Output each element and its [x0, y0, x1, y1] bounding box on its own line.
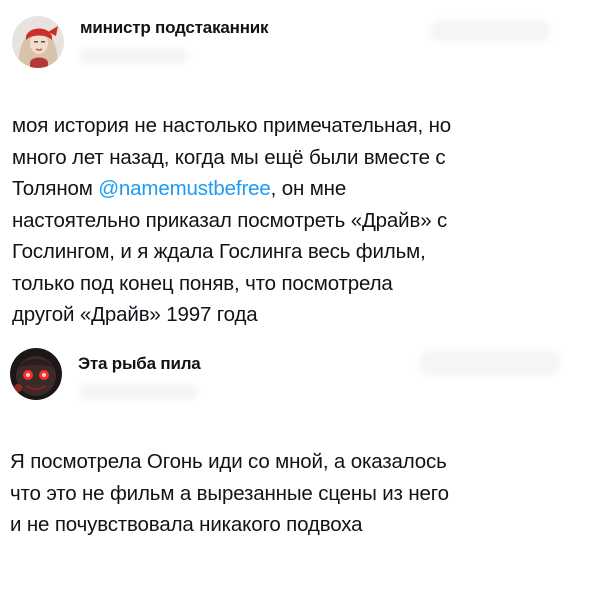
blurred-handle: [80, 48, 188, 64]
post-text-line: только под конец поняв, что посмотрела: [12, 271, 393, 295]
post-text-line: Гослингом, и я ждала Гослинга весь фильм…: [12, 240, 426, 263]
post-text-segment: , он мне: [270, 177, 347, 200]
post-text-line: что это не фильм а вырезанные сцены из н…: [10, 481, 449, 505]
author-name[interactable]: Эта рыба пила: [78, 354, 201, 374]
post-2: Эта рыба пила Я посмотрела Огонь иди со …: [0, 336, 600, 604]
woman-red-headband-avatar-icon: [12, 16, 64, 68]
post-text-line: много лет назад, когда мы ещё были вмест…: [12, 145, 446, 169]
blurred-menu: [430, 20, 550, 42]
post-text-line: и не почувствовала никакого подвоха: [10, 513, 363, 536]
post-text: Я посмотрела Огонь иди со мной, а оказал…: [10, 446, 580, 541]
post-text-line: моя история не настолько примечательная,…: [12, 114, 452, 137]
post-text-line: Толяном @namemustbefree, он мне: [12, 173, 582, 205]
author-avatar[interactable]: [10, 348, 62, 400]
author-name[interactable]: министр подстаканник: [80, 18, 269, 38]
post-text-line: настоятельно приказал посмотреть «Драйв»…: [12, 208, 448, 232]
post-text-segment: Толяном: [12, 177, 99, 200]
blurred-menu: [420, 350, 560, 376]
dark-creature-red-eyes-avatar-icon: [10, 348, 62, 400]
blurred-handle: [78, 384, 198, 400]
author-avatar[interactable]: [12, 16, 64, 68]
post-text-line: Я посмотрела Огонь иди со мной, а оказал…: [10, 450, 447, 473]
post-1: министр подстаканник моя история не наст…: [0, 0, 600, 336]
mention-link[interactable]: @namemustbefree: [98, 177, 271, 200]
post-text: моя история не настолько примечательная,…: [12, 110, 582, 331]
post-text-line: другой «Драйв» 1997 года: [12, 303, 258, 326]
